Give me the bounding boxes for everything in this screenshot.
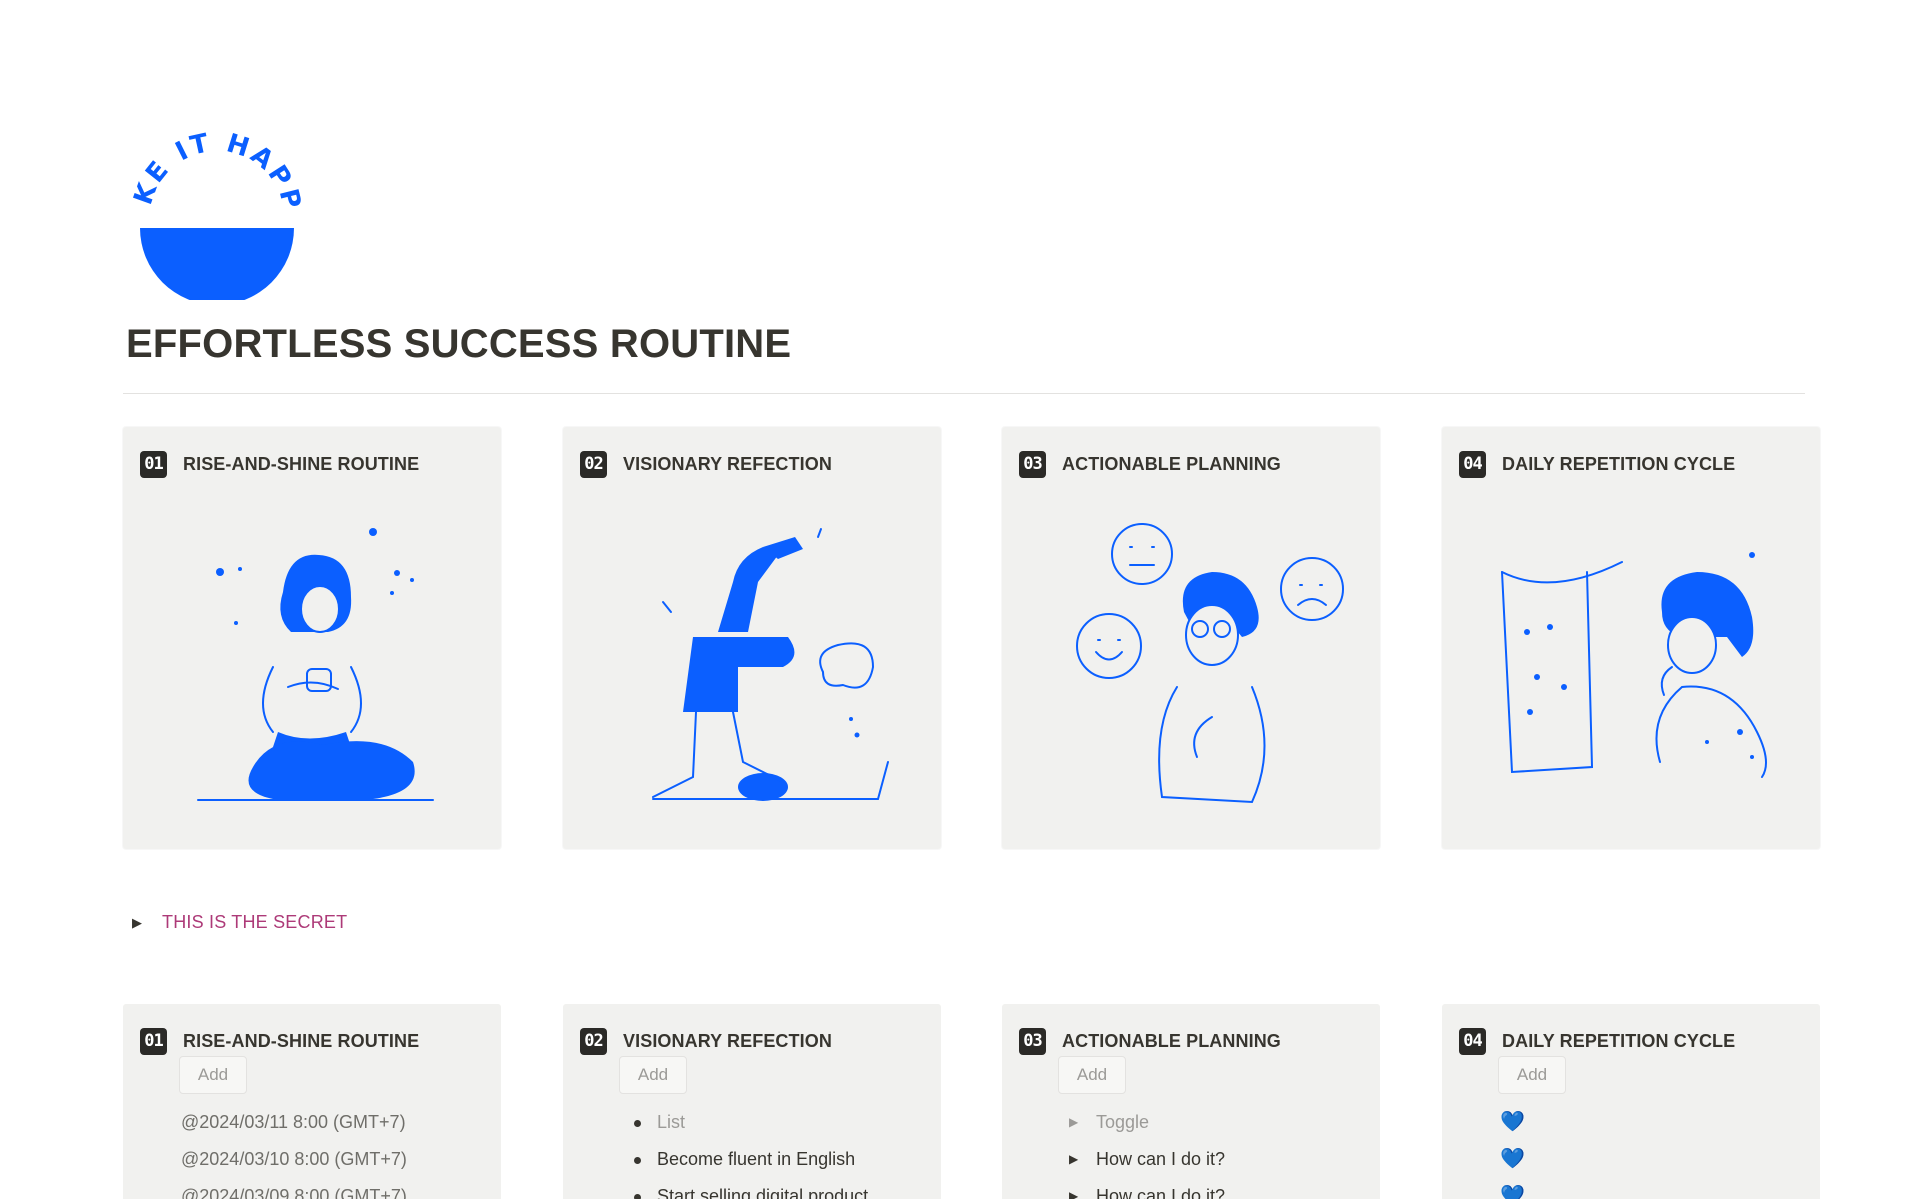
number-badge: 01	[140, 1028, 167, 1055]
bottom-card-daily-repetition: 04 DAILY REPETITION CYCLE Add 💙 💙 💙	[1442, 1004, 1820, 1199]
number-badge: 04	[1459, 1028, 1486, 1055]
date-mention[interactable]: @2024/03/11 8:00 (GMT+7)	[123, 1104, 501, 1141]
card-title: VISIONARY REFECTION	[623, 454, 832, 474]
number-badge: 02	[580, 451, 607, 478]
card-rise-and-shine[interactable]: 01 RISE-AND-SHINE ROUTINE	[123, 427, 501, 849]
toggle-item-label: How can I do it?	[1096, 1149, 1226, 1169]
card-actionable-planning[interactable]: 03 ACTIONABLE PLANNING	[1002, 427, 1380, 849]
heart-list: 💙 💙 💙	[1442, 1104, 1820, 1199]
blue-heart-icon[interactable]: 💙	[1442, 1104, 1820, 1141]
number-badge: 02	[580, 1028, 607, 1055]
page-title: EFFORTLESS SUCCESS ROUTINE	[126, 322, 792, 366]
triangle-right-icon[interactable]: ▶	[132, 915, 162, 931]
toggle-label: THIS IS THE SECRET	[162, 912, 348, 932]
toggle-item-label: How can I do it?	[1096, 1186, 1226, 1199]
meditating-woman-illustration	[197, 528, 434, 801]
list-item[interactable]: Start selling digital product.	[563, 1178, 941, 1199]
add-button[interactable]: Add	[179, 1056, 247, 1094]
toggle-list: ▶ Toggle ▶ How can I do it? ▶ How can I do …	[1002, 1104, 1380, 1199]
bottom-card-visionary-reflection: 02 VISIONARY REFECTION Add List Become f…	[563, 1004, 941, 1199]
list-placeholder-item[interactable]: List	[563, 1104, 941, 1141]
card-daily-repetition[interactable]: 04 DAILY REPETITION CYCLE	[1442, 427, 1820, 849]
thinking-man-illustration	[1076, 523, 1344, 804]
card-title: VISIONARY REFECTION	[623, 1031, 832, 1051]
list-item[interactable]: Become fluent in English	[563, 1141, 941, 1178]
blue-heart-icon[interactable]: 💙	[1442, 1178, 1820, 1199]
add-button[interactable]: Add	[1058, 1056, 1126, 1094]
toggle-item-label: Toggle	[1096, 1112, 1150, 1132]
number-badge: 03	[1019, 451, 1046, 478]
card-title: DAILY REPETITION CYCLE	[1502, 454, 1736, 474]
bottom-card-actionable-planning: 03 ACTIONABLE PLANNING Add ▶ Toggle ▶ How …	[1002, 1004, 1380, 1199]
make-it-happen-logo: MAKE IT HAPPEN	[132, 130, 302, 300]
toggle-item[interactable]: ▶ How can I do it?	[1002, 1141, 1380, 1178]
date-list: @2024/03/11 8:00 (GMT+7) @2024/03/10 8:0…	[123, 1104, 501, 1199]
blue-heart-icon[interactable]: 💙	[1442, 1141, 1820, 1178]
woman-at-board-illustration	[1501, 552, 1767, 778]
date-mention[interactable]: @2024/03/09 8:00 (GMT+7)	[123, 1178, 501, 1199]
toggle-placeholder-item[interactable]: ▶ Toggle	[1002, 1104, 1380, 1141]
card-visionary-reflection[interactable]: 02 VISIONARY REFECTION	[563, 427, 941, 849]
card-title: RISE-AND-SHINE ROUTINE	[183, 1031, 420, 1051]
triangle-right-icon[interactable]: ▶	[1069, 1178, 1078, 1199]
title-divider	[123, 393, 1805, 394]
number-badge: 04	[1459, 451, 1486, 478]
number-badge: 03	[1019, 1028, 1046, 1055]
date-mention[interactable]: @2024/03/10 8:00 (GMT+7)	[123, 1141, 501, 1178]
triangle-right-icon[interactable]: ▶	[1069, 1104, 1078, 1141]
triangle-right-icon[interactable]: ▶	[1069, 1141, 1078, 1178]
add-button[interactable]: Add	[1498, 1056, 1566, 1094]
card-title: ACTIONABLE PLANNING	[1062, 454, 1281, 474]
bullet-list: List Become fluent in English Start sell…	[563, 1104, 941, 1199]
headstand-person-illustration	[652, 528, 889, 801]
card-title: DAILY REPETITION CYCLE	[1502, 1031, 1736, 1051]
bottom-card-rise-and-shine: 01 RISE-AND-SHINE ROUTINE Add @2024/03/1…	[123, 1004, 501, 1199]
secret-toggle[interactable]: ▶ THIS IS THE SECRET	[132, 912, 347, 933]
toggle-item[interactable]: ▶ How can I do it?	[1002, 1178, 1380, 1199]
number-badge: 01	[140, 451, 167, 478]
card-title: ACTIONABLE PLANNING	[1062, 1031, 1281, 1051]
card-title: RISE-AND-SHINE ROUTINE	[183, 454, 420, 474]
svg-text:MAKE IT HAPPEN: MAKE IT HAPPEN	[132, 130, 302, 214]
add-button[interactable]: Add	[619, 1056, 687, 1094]
